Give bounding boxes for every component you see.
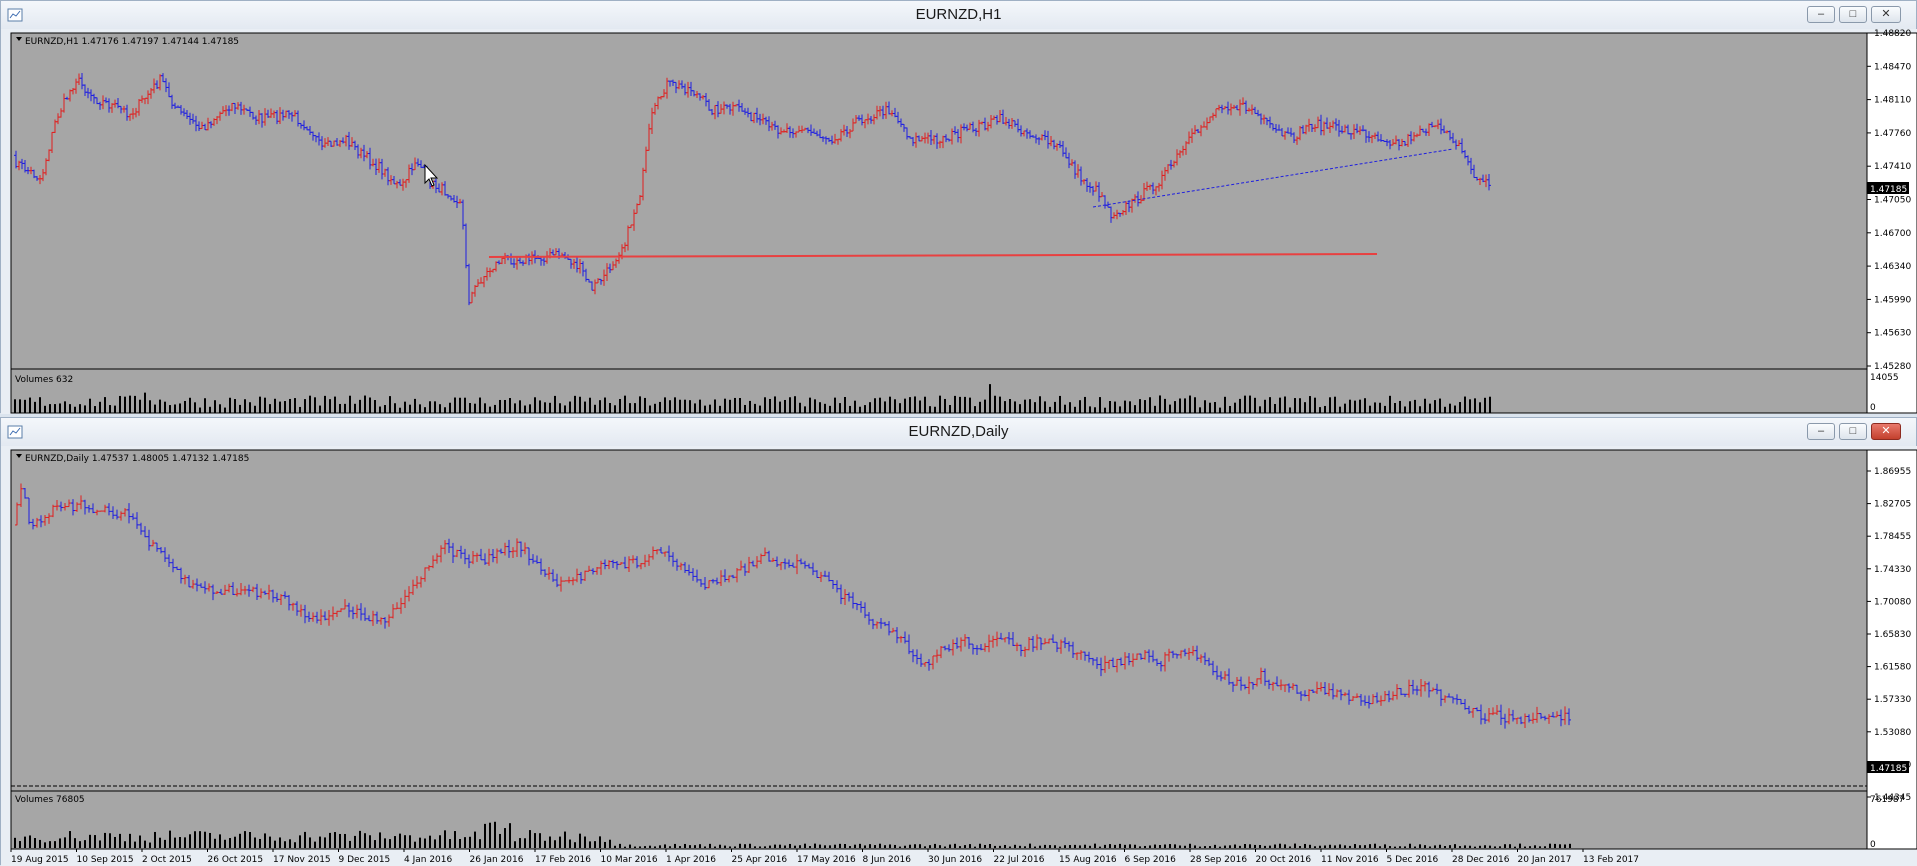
price-label: 1.53080 bbox=[1874, 728, 1911, 738]
date-label: 13 Feb 2017 bbox=[1583, 855, 1639, 865]
close-button[interactable]: ✕ bbox=[1871, 6, 1901, 23]
date-label: 10 Mar 2016 bbox=[601, 855, 658, 865]
date-label: 26 Jan 2016 bbox=[470, 855, 524, 865]
price-label: 1.45630 bbox=[1874, 329, 1911, 339]
price-label: 1.82705 bbox=[1874, 500, 1911, 510]
date-label: 1 Apr 2016 bbox=[666, 855, 716, 865]
price-label: 1.46340 bbox=[1874, 262, 1911, 272]
current-price-label: 1.47185 bbox=[1870, 185, 1907, 195]
maximize-button[interactable]: □ bbox=[1839, 6, 1867, 23]
date-label: 9 Dec 2015 bbox=[339, 855, 391, 865]
title-bar[interactable]: EURNZD,Daily – □ ✕ bbox=[1, 418, 1916, 447]
date-label: 11 Nov 2016 bbox=[1321, 855, 1379, 865]
daily-chart[interactable]: EURNZD,Daily 1.47537 1.48005 1.47132 1.4… bbox=[1, 446, 1917, 866]
date-label: 30 Jun 2016 bbox=[928, 855, 982, 865]
date-label: 22 Jul 2016 bbox=[994, 855, 1045, 865]
date-label: 19 Aug 2015 bbox=[11, 855, 69, 865]
date-label: 4 Jan 2016 bbox=[404, 855, 452, 865]
chart-window-daily: EURNZD,Daily – □ ✕ EURNZD,Daily 1.47537 … bbox=[0, 417, 1917, 866]
minimize-button[interactable]: – bbox=[1807, 423, 1835, 440]
date-label: 20 Oct 2016 bbox=[1256, 855, 1312, 865]
h1-chart[interactable]: EURNZD,H1 1.47176 1.47197 1.47144 1.4718… bbox=[1, 29, 1917, 414]
price-label: 1.45280 bbox=[1874, 362, 1911, 372]
title-bar[interactable]: EURNZD,H1 – □ ✕ bbox=[1, 1, 1916, 30]
price-label: 1.46700 bbox=[1874, 229, 1911, 239]
daily-info-text: EURNZD,Daily 1.47537 1.48005 1.47132 1.4… bbox=[25, 454, 249, 464]
date-label: 28 Dec 2016 bbox=[1452, 855, 1510, 865]
price-label: 1.70080 bbox=[1874, 597, 1911, 607]
date-label: 10 Sep 2015 bbox=[77, 855, 134, 865]
minimize-button[interactable]: – bbox=[1807, 6, 1835, 23]
h1-volume-zero-label: 0 bbox=[1870, 403, 1876, 413]
window-title: EURNZD,H1 bbox=[915, 6, 1002, 23]
price-label: 1.48110 bbox=[1874, 96, 1911, 106]
h1-volumes-label: Volumes 632 bbox=[15, 375, 73, 385]
date-label: 28 Sep 2016 bbox=[1190, 855, 1247, 865]
daily-volumes-label: Volumes 76805 bbox=[15, 795, 85, 805]
price-label: 1.74330 bbox=[1874, 565, 1911, 575]
h1-info-text: EURNZD,H1 1.47176 1.47197 1.47144 1.4718… bbox=[25, 37, 239, 47]
price-label: 1.47050 bbox=[1874, 196, 1911, 206]
price-label: 1.45990 bbox=[1874, 295, 1911, 305]
date-label: 17 Nov 2015 bbox=[273, 855, 331, 865]
date-label: 6 Sep 2016 bbox=[1125, 855, 1177, 865]
date-label: 8 Jun 2016 bbox=[863, 855, 912, 865]
date-label: 2 Oct 2015 bbox=[142, 855, 192, 865]
price-label: 1.48470 bbox=[1874, 62, 1911, 72]
current-price-label: 1.47185 bbox=[1870, 764, 1907, 774]
daily-volume-max-label: 761987 bbox=[1870, 795, 1904, 805]
date-label: 25 Apr 2016 bbox=[732, 855, 788, 865]
date-label: 26 Oct 2015 bbox=[208, 855, 264, 865]
date-label: 17 Feb 2016 bbox=[535, 855, 591, 865]
price-label: 1.57330 bbox=[1874, 695, 1911, 705]
price-label: 1.47410 bbox=[1874, 162, 1911, 172]
price-label: 1.65830 bbox=[1874, 630, 1911, 640]
date-label: 17 May 2016 bbox=[797, 855, 856, 865]
price-label: 1.78455 bbox=[1874, 532, 1911, 542]
date-label: 5 Dec 2016 bbox=[1387, 855, 1439, 865]
close-button[interactable]: ✕ bbox=[1871, 423, 1901, 440]
window-title: EURNZD,Daily bbox=[908, 423, 1009, 440]
price-label: 1.61580 bbox=[1874, 663, 1911, 673]
price-label: 1.86955 bbox=[1874, 467, 1911, 477]
maximize-button[interactable]: □ bbox=[1839, 423, 1867, 440]
h1-volume-max-label: 14055 bbox=[1870, 373, 1899, 383]
date-label: 20 Jan 2017 bbox=[1518, 855, 1572, 865]
date-label: 15 Aug 2016 bbox=[1059, 855, 1117, 865]
price-label: 1.47760 bbox=[1874, 129, 1911, 139]
daily-volume-zero-label: 0 bbox=[1870, 840, 1876, 850]
price-label: 1.48820 bbox=[1874, 29, 1911, 39]
chart-window-h1: EURNZD,H1 – □ ✕ EURNZD,H1 1.47176 1.4719… bbox=[0, 0, 1917, 414]
